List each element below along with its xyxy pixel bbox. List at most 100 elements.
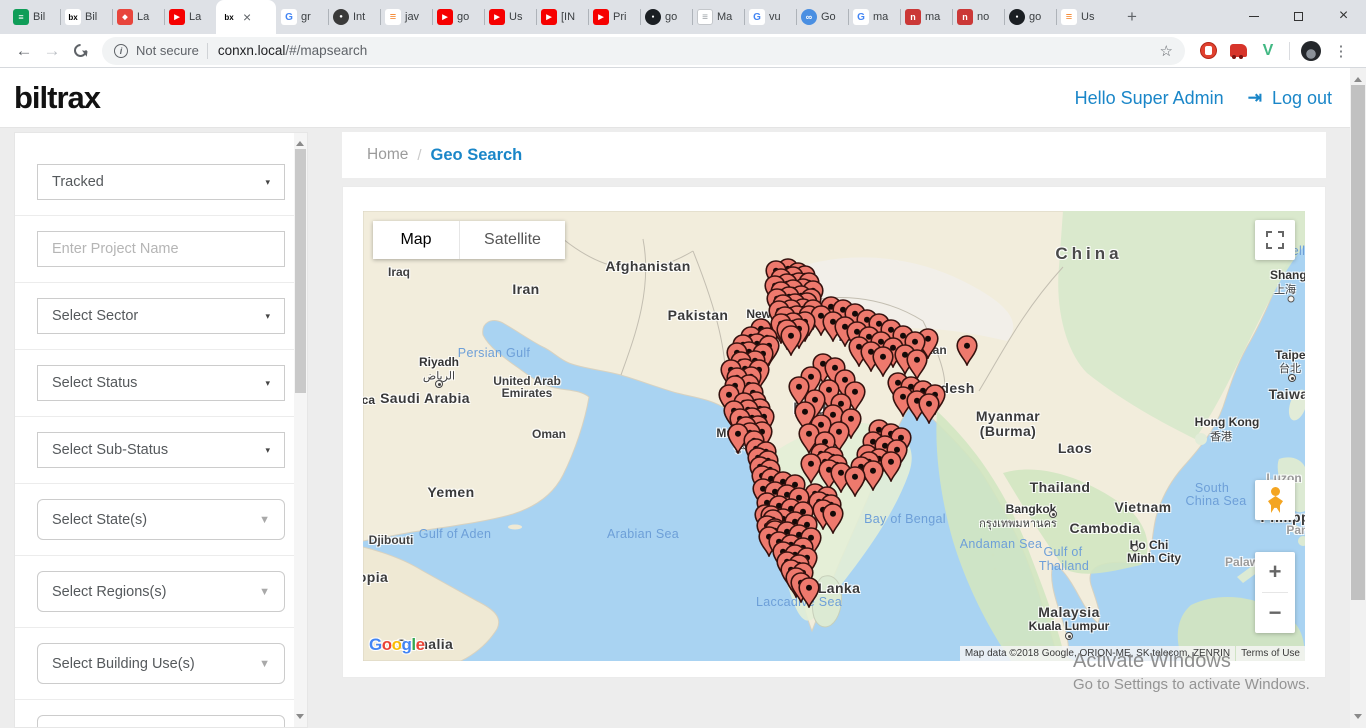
vue-devtools-icon[interactable]: V (1257, 40, 1279, 62)
browser-tab-active[interactable]: bx × (216, 0, 276, 34)
browser-tab[interactable]: ▶ [IN (536, 0, 588, 34)
maximize-button[interactable] (1276, 0, 1321, 32)
browser-tab[interactable]: bx Bil (60, 0, 112, 34)
map-label-cca: cca (363, 393, 376, 407)
map-label-hong-kong: Hong Kong (1194, 415, 1260, 429)
browser-tab[interactable]: Gvu (744, 0, 796, 34)
input-enter-project-name[interactable] (37, 231, 285, 267)
npm-icon: n (957, 9, 973, 25)
forward-icon[interactable]: → (38, 41, 66, 61)
browser-tab[interactable]: ∞ Go (796, 0, 848, 34)
dropdown-label: Select Sub-Status (52, 442, 169, 458)
map-label-gulf-of-aden: Gulf of Aden (418, 527, 492, 541)
map-type-map-button[interactable]: Map (373, 221, 460, 259)
pegman-button[interactable] (1255, 480, 1295, 520)
window-controls: × (1231, 0, 1366, 32)
breadcrumb-home[interactable]: Home (367, 146, 408, 164)
terms-of-use-link[interactable]: Terms of Use (1236, 646, 1305, 661)
logout-link[interactable]: Log out (1272, 88, 1332, 109)
browser-tab[interactable]: ≡ Us (1056, 0, 1108, 34)
train-extension-icon[interactable] (1227, 40, 1249, 62)
new-tab-button[interactable]: + (1118, 3, 1146, 31)
map-label-riyadh: Riyadh (418, 355, 460, 369)
sidebar-scrollbar[interactable] (294, 133, 307, 727)
page-scroll-down-icon[interactable] (1354, 714, 1362, 723)
map-type-satellite-button[interactable]: Satellite (460, 221, 565, 259)
watermark-line2: Go to Settings to activate Windows. (1073, 676, 1310, 693)
tab-label: Int (353, 11, 366, 23)
browser-tab[interactable]: ≡ jav (380, 0, 432, 34)
browser-tab[interactable]: ● go (1004, 0, 1056, 34)
stackoverflow-icon: ≡ (1061, 9, 1077, 25)
close-button[interactable]: × (1321, 0, 1366, 32)
info-icon[interactable]: i (114, 43, 128, 58)
google-logo[interactable]: Google (369, 635, 425, 655)
scroll-up-icon[interactable] (296, 137, 304, 146)
browser-tab[interactable]: ▶ Pri (588, 0, 640, 34)
dropdown-select-sector[interactable]: Select Sector ▾ (37, 298, 285, 334)
browser-tab[interactable]: ≡ Bil (8, 0, 60, 34)
bx-icon: bx (221, 9, 237, 25)
chevron-down-icon: ▼ (259, 585, 270, 598)
browser-tab[interactable]: n no (952, 0, 1004, 34)
profile-avatar[interactable] (1300, 40, 1322, 62)
browser-menu-icon[interactable]: ⋮ (1330, 40, 1352, 62)
tab-label: Go (821, 11, 836, 23)
browser-tab[interactable]: Ggr (276, 0, 328, 34)
project-map-pin[interactable] (798, 577, 820, 610)
browser-tab[interactable]: ▶ go (432, 0, 484, 34)
browser-tab[interactable]: Gma (848, 0, 900, 34)
minimize-button[interactable] (1231, 0, 1276, 32)
logout-icon[interactable]: ⇥ (1248, 88, 1262, 108)
fullscreen-button[interactable] (1255, 220, 1295, 260)
page-scrollbar[interactable] (1350, 68, 1366, 728)
map-label-iraq: Iraq (387, 265, 411, 279)
dropdown-tracked[interactable]: Tracked ▾ (37, 164, 285, 200)
map-label-thailand: Thailand (1038, 559, 1090, 573)
google-map[interactable]: Iraq Iran Afghanistan Pakistan China India Sau… (363, 211, 1305, 661)
tab-close-icon[interactable]: × (243, 9, 251, 25)
tab-label: Ma (717, 11, 733, 23)
project-map-pin[interactable] (844, 466, 866, 499)
greeting-text[interactable]: Hello Super Admin (1075, 88, 1224, 109)
browser-tab[interactable]: n ma (900, 0, 952, 34)
project-map-pin[interactable] (822, 503, 844, 536)
page-scroll-thumb[interactable] (1351, 85, 1365, 600)
zoom-out-button[interactable]: − (1255, 593, 1295, 633)
bookmark-star-icon[interactable]: ☆ (1160, 42, 1173, 60)
project-map-pin[interactable] (918, 393, 940, 426)
map-label-myanmar: Myanmar (975, 408, 1041, 424)
scroll-down-icon[interactable] (296, 714, 304, 723)
dropdown-select-state-s[interactable]: Select State(s) ▼ (37, 499, 285, 540)
map-label-thailand: Thailand (1029, 479, 1091, 495)
adblock-extension-icon[interactable] (1197, 40, 1219, 62)
tab-label: go (457, 11, 470, 23)
project-map-pin[interactable] (780, 325, 802, 358)
browser-tab[interactable]: ● Int (328, 0, 380, 34)
map-label-malaysia: Malaysia (1038, 604, 1100, 620)
dropdown-select-sub-status[interactable]: Select Sub-Status ▾ (37, 432, 285, 468)
filter-select-project-category-s: Select Project Category(s)▼ (15, 700, 307, 727)
biltrax-logo[interactable]: biltrax (14, 80, 101, 116)
dropdown-select-status[interactable]: Select Status ▾ (37, 365, 285, 401)
url-omnibox[interactable]: i Not secure conxn.local /#/mapsearch ☆ (102, 36, 1185, 65)
sidebar-scroll-thumb[interactable] (295, 149, 306, 393)
zoom-in-button[interactable]: + (1255, 552, 1295, 592)
project-map-pin[interactable] (956, 335, 978, 368)
map-label-taiwan: Taiwan (1268, 386, 1305, 402)
dropdown-select-building-use-s[interactable]: Select Building Use(s) ▼ (37, 643, 285, 684)
sheets-icon: ≡ (13, 9, 29, 25)
browser-tab[interactable]: ≡ Ma (692, 0, 744, 34)
browser-tab[interactable]: ▶ Us (484, 0, 536, 34)
dropdown-select-regions-s[interactable]: Select Regions(s) ▼ (37, 571, 285, 612)
project-name-input[interactable] (52, 241, 270, 257)
browser-tab[interactable]: ● go (640, 0, 692, 34)
dropdown-select-project-category-s[interactable]: Select Project Category(s)▼ (37, 715, 285, 727)
browser-tab[interactable]: ◆ La (112, 0, 164, 34)
reload-icon[interactable] (66, 41, 94, 60)
google-icon: G (281, 9, 297, 25)
page-scroll-up-icon[interactable] (1354, 73, 1362, 82)
map-label-south: South (1194, 481, 1230, 495)
browser-tab[interactable]: ▶ La (164, 0, 216, 34)
back-icon[interactable]: ← (10, 41, 38, 61)
